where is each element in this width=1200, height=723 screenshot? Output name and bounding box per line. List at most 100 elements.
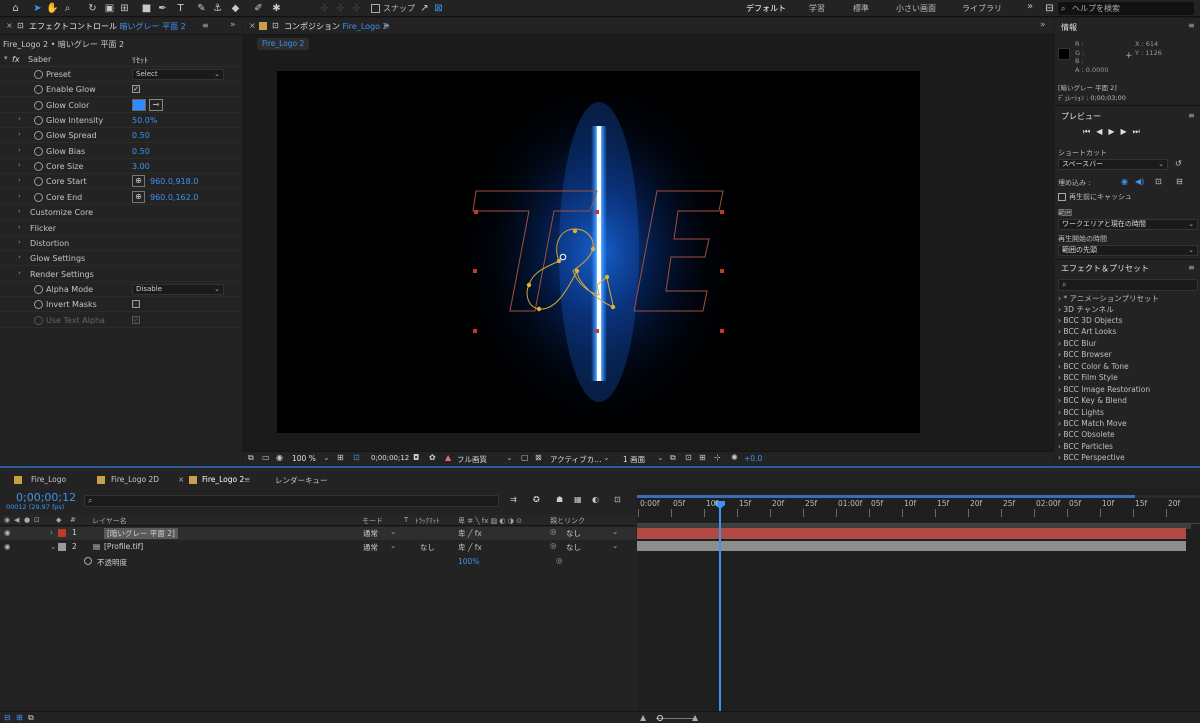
stopwatch-icon[interactable] (34, 70, 43, 79)
effects-list-item[interactable]: › BCC Image Restoration (1058, 385, 1150, 394)
eye-icon[interactable]: ◉ (4, 542, 11, 551)
effects-list-item[interactable]: › BCC Blur (1058, 339, 1096, 348)
mask-visibility-icon[interactable]: ⊡ (353, 453, 360, 462)
clone-stamp-tool-icon[interactable]: ⚓ (211, 2, 224, 15)
expand-triangle-icon[interactable]: › (50, 528, 53, 537)
effect-param-dropdown[interactable]: Select ⌄ (132, 69, 224, 80)
stopwatch-icon[interactable] (34, 315, 43, 325)
effects-list-item[interactable]: › BCC Key & Blend (1058, 396, 1127, 405)
motion-blur-icon[interactable]: ◐ (592, 495, 599, 504)
pick-whip-icon[interactable]: ◎ (550, 527, 557, 536)
effects-list-item[interactable]: › BCC Lights (1058, 408, 1104, 417)
zoom-out-icon[interactable]: ▲ (640, 713, 646, 722)
effect-param-point-value[interactable]: 960.0,162.0 (150, 193, 198, 202)
header-layer-name[interactable]: レイヤー名 (92, 516, 127, 526)
roto-brush-tool-icon[interactable]: ✐ (252, 2, 265, 15)
expand-switches-icon[interactable]: ⊟ (4, 713, 11, 722)
effects-search-input[interactable]: ⌕ (1058, 279, 1198, 291)
layer-mode-select[interactable]: 通常 (363, 542, 378, 553)
selection-tool-icon[interactable]: ➤ (31, 2, 44, 15)
comp-flowchart-icon[interactable]: ⇉ (510, 495, 517, 504)
label-color-swatch[interactable] (58, 542, 66, 551)
effects-list-item[interactable]: › BCC Art Looks (1058, 327, 1116, 336)
stopwatch-icon[interactable] (34, 177, 43, 187)
snap-checkbox[interactable] (371, 4, 380, 13)
pen-tool-icon[interactable]: ✒ (156, 2, 169, 15)
stopwatch-icon[interactable] (34, 146, 43, 156)
effects-list-item[interactable]: › BCC Color & Tone (1058, 362, 1129, 371)
help-search-input[interactable]: ⌕ ヘルプを検索 (1058, 2, 1194, 15)
navigator-range[interactable] (637, 495, 1135, 498)
close-tab-icon[interactable]: × (6, 21, 13, 30)
resolution-caret-icon[interactable]: ⌄ (506, 453, 513, 462)
exposure-reset-icon[interactable]: ✺ (731, 453, 738, 462)
expand-triangle-icon[interactable]: › (18, 192, 21, 200)
time-ruler[interactable] (637, 510, 1200, 524)
zoom-level[interactable]: 100 % (292, 454, 316, 463)
camera-snapshot-icon[interactable]: ◘ (413, 453, 419, 462)
panel-menu-icon[interactable]: ≡ (1188, 21, 1195, 30)
close-tab-icon[interactable]: × (178, 475, 184, 484)
timeline-tab-fire-logo-2[interactable]: Fire_Logo 2 (202, 475, 244, 484)
layer-parent-select[interactable]: なし (566, 542, 581, 553)
layer-name[interactable]: [Profile.tif] (104, 542, 143, 551)
axis-local-icon[interactable]: ⊹ (318, 2, 331, 15)
color-swatch[interactable] (132, 98, 146, 111)
next-frame-icon[interactable]: ▶ (1121, 127, 1133, 136)
workspace-more-chevron-icon[interactable]: » (1027, 1, 1033, 12)
type-tool-icon[interactable]: T (174, 2, 187, 15)
last-frame-icon[interactable]: ⏭ (1133, 127, 1146, 136)
transparency-grid-icon[interactable]: ⊠ (535, 453, 542, 462)
layer-row[interactable]: ◉ ⌄ 2 [Profile.tif] ▤ 通常 ⌄ なし 卑 ╱ fx ◎ なし ⌄ (0, 541, 636, 554)
hand-tool-icon[interactable]: ✋ (46, 2, 59, 15)
monitor-icon[interactable]: ▭ (262, 453, 270, 462)
effect-param-checkbox[interactable] (132, 300, 140, 309)
composition-canvas[interactable] (277, 71, 920, 433)
panel-overflow-chevron-icon[interactable]: » (1040, 20, 1046, 30)
property-value[interactable]: 100% (458, 557, 479, 566)
panel-menu-icon[interactable]: ≡ (202, 21, 209, 30)
snapshot-icon[interactable]: ⧉ (248, 453, 254, 463)
effect-param-checkbox[interactable]: ✓ (132, 85, 140, 94)
layer-parent-select[interactable]: なし (566, 528, 581, 539)
external-video-icon[interactable]: ⊟ (1176, 177, 1183, 186)
prev-frame-icon[interactable]: ◀ (1096, 127, 1108, 136)
point-target-icon[interactable]: ⊕ (132, 190, 145, 203)
eyedropper-icon[interactable]: ⊸ (149, 98, 163, 111)
stopwatch-icon[interactable] (34, 100, 43, 110)
resolution-select[interactable]: フル画質 (457, 454, 487, 465)
vr-icon[interactable]: ◉ (276, 453, 283, 462)
fast-previews-icon[interactable]: ⊡ (685, 453, 692, 462)
graph-editor-icon[interactable]: ⊡ (614, 495, 621, 504)
expand-triangle-icon[interactable]: ⌄ (50, 542, 56, 551)
region-of-interest-icon[interactable]: ▢ (521, 453, 529, 462)
timeline-tab-fire-logo[interactable]: Fire_Logo (31, 475, 66, 484)
effects-list-item[interactable]: › BCC 3D Objects (1058, 316, 1123, 325)
brush-tool-icon[interactable]: ✎ (195, 2, 208, 15)
camera-caret-icon[interactable]: ⌄ (603, 453, 610, 462)
effect-param-value[interactable]: 3.00 (132, 162, 150, 171)
workspace-small-screen[interactable]: 小さい画面 (896, 3, 936, 14)
current-time-indicator[interactable] (719, 501, 721, 723)
layer-row[interactable]: ◉ › 1 [暗いグレー 平面 2] 通常 ⌄ 卑 ╱ fx ◎ なし ⌄ (0, 527, 636, 540)
comp-sub-tab[interactable]: Fire_Logo 2 (257, 38, 310, 50)
stopwatch-icon[interactable] (84, 557, 92, 565)
start-select[interactable]: 範囲の先頭 ⌄ (1058, 245, 1198, 256)
label-color-swatch[interactable] (58, 529, 66, 537)
panel-menu-icon[interactable]: ≡ (383, 21, 390, 30)
views-caret-icon[interactable]: ⌄ (657, 453, 664, 462)
workspace-default[interactable]: デフォルト (746, 3, 786, 14)
shortcut-select[interactable]: スペースバー ⌄ (1058, 159, 1168, 170)
expand-triangle-icon[interactable]: › (18, 115, 21, 123)
home-icon[interactable]: ⌂ (9, 2, 22, 15)
expand-time-icon[interactable]: ⧉ (28, 713, 34, 723)
stopwatch-icon[interactable] (34, 300, 43, 310)
effect-param-value[interactable]: 50.0% (132, 116, 157, 125)
effects-list-item[interactable]: › 3D チャンネル (1058, 304, 1114, 315)
play-icon[interactable]: ▶ (1108, 127, 1120, 136)
fx-toggle[interactable]: fx (12, 55, 20, 64)
effects-list-item[interactable]: › BCC Perspective (1058, 453, 1125, 462)
expand-triangle-icon[interactable]: › (18, 207, 21, 215)
overlay-toggle-icon[interactable]: ⊡ (1155, 177, 1162, 186)
panel-overflow-chevron-icon[interactable]: » (230, 20, 236, 30)
